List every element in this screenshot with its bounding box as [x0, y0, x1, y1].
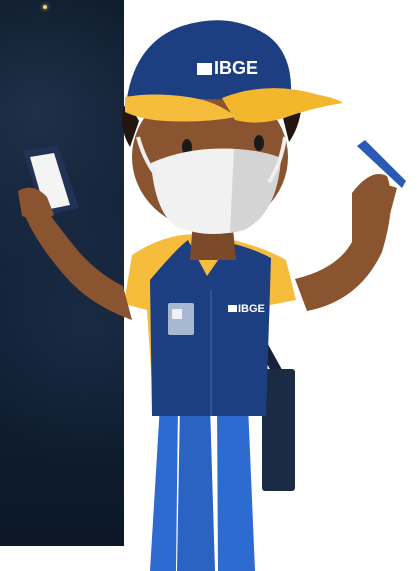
illustration-scene: IBGE IBGE [0, 0, 418, 571]
cap-brim [222, 88, 343, 123]
left-arm [18, 145, 132, 320]
cap: IBGE [125, 20, 343, 123]
right-eye [254, 135, 264, 151]
cap-logo-mark [197, 63, 212, 75]
vest-id-photo [172, 309, 182, 319]
vest-logo-text: IBGE [238, 303, 265, 315]
cap-logo-text: IBGE [214, 58, 258, 78]
vest-logo-mark [228, 305, 237, 312]
census-worker-illustration: IBGE IBGE [18, 20, 406, 571]
right-arm [295, 140, 406, 311]
legs [150, 405, 255, 571]
